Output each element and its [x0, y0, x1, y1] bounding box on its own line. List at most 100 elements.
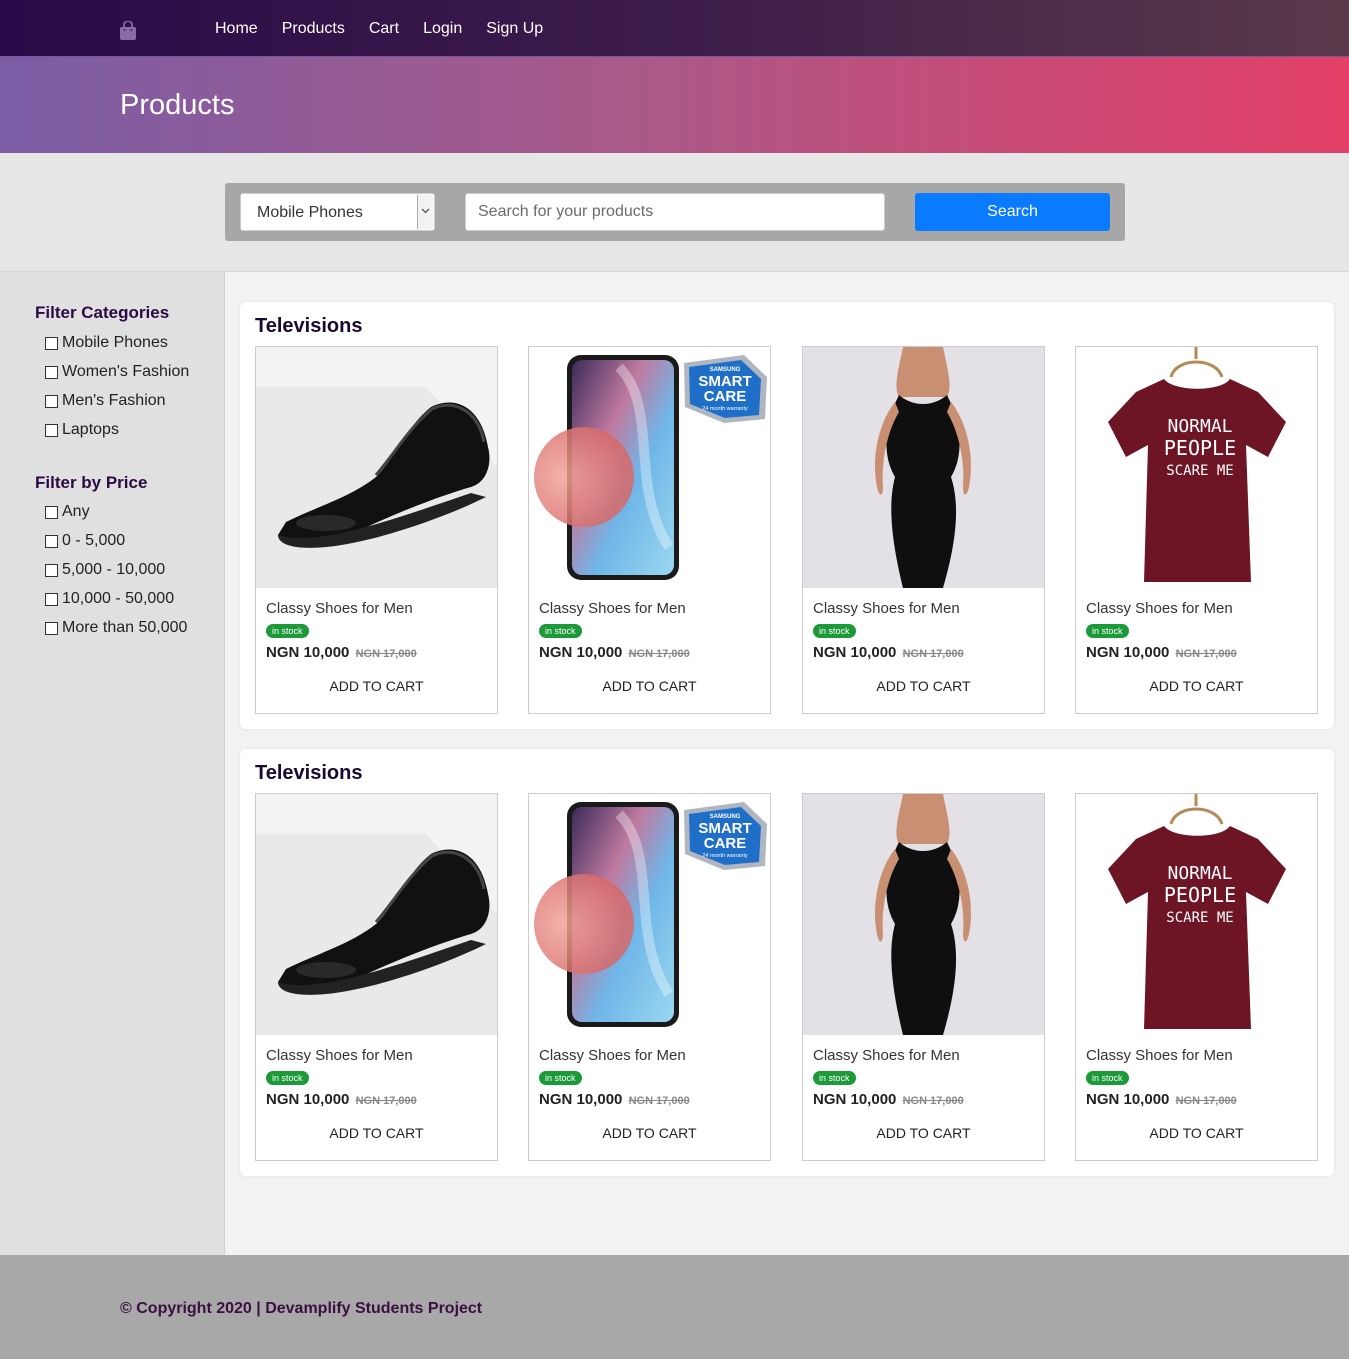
product-image[interactable] — [803, 794, 1044, 1035]
filter-sidebar: Filter Categories Mobile Phones Women's … — [0, 272, 225, 1255]
product-name[interactable]: Classy Shoes for Men — [539, 1047, 686, 1064]
nav-signup-link[interactable]: Sign Up — [486, 20, 543, 38]
product-name[interactable]: Classy Shoes for Men — [266, 600, 413, 617]
add-to-cart-button[interactable]: ADD TO CART — [803, 678, 1044, 694]
filter-category-womens-fashion[interactable]: Women's Fashion — [45, 363, 189, 381]
product-image[interactable] — [256, 794, 497, 1035]
product-name[interactable]: Classy Shoes for Men — [266, 1047, 413, 1064]
product-card[interactable]: SAMSUNG SMART CARE 24 month warranty Cla… — [528, 793, 771, 1161]
svg-text:24 month warranty: 24 month warranty — [702, 853, 748, 859]
filter-option-label: Mobile Phones — [62, 334, 168, 351]
filter-price-5000-10000[interactable]: 5,000 - 10,000 — [45, 561, 165, 579]
product-image[interactable]: SAMSUNG SMART CARE 24 month warranty — [529, 347, 770, 588]
add-to-cart-button[interactable]: ADD TO CART — [256, 678, 497, 694]
stock-badge: in stock — [813, 1071, 856, 1085]
stock-badge: in stock — [1086, 624, 1129, 638]
old-price: NGN 17,000 — [628, 1095, 690, 1107]
checkbox[interactable] — [45, 394, 58, 408]
filter-option-label: 10,000 - 50,000 — [62, 590, 175, 607]
filter-option-label: Men's Fashion — [62, 392, 166, 409]
category-select[interactable]: Mobile Phones — [240, 193, 435, 231]
nav-products-link[interactable]: Products — [282, 20, 345, 38]
product-card[interactable]: Classy Shoes for Men in stock NGN 10,000… — [802, 346, 1045, 714]
copyright-text: © Copyright 2020 | Devamplify Students P… — [120, 1300, 483, 1317]
filter-price-over-50000[interactable]: More than 50,000 — [45, 619, 187, 637]
product-image[interactable]: NORMAL PEOPLE SCARE ME — [1076, 347, 1317, 588]
svg-text:NORMAL: NORMAL — [1167, 416, 1232, 437]
product-image[interactable] — [803, 347, 1044, 588]
filter-price-10000-50000[interactable]: 10,000 - 50,000 — [45, 590, 174, 608]
checkbox[interactable] — [45, 505, 58, 519]
svg-text:PEOPLE: PEOPLE — [1164, 436, 1236, 460]
stock-badge: in stock — [1086, 1071, 1129, 1085]
checkbox[interactable] — [45, 621, 58, 635]
top-navbar: Home Products Cart Login Sign Up — [0, 0, 1349, 57]
section-title: Televisions — [255, 315, 363, 337]
current-price: NGN 10,000 — [813, 1091, 897, 1108]
product-card[interactable]: NORMAL PEOPLE SCARE ME Classy Shoes for … — [1075, 793, 1318, 1161]
footer: © Copyright 2020 | Devamplify Students P… — [0, 1255, 1349, 1359]
add-to-cart-button[interactable]: ADD TO CART — [529, 1125, 770, 1141]
product-image[interactable]: NORMAL PEOPLE SCARE ME — [1076, 794, 1317, 1035]
search-band: Mobile Phones Search — [0, 153, 1349, 272]
add-to-cart-button[interactable]: ADD TO CART — [1076, 1125, 1317, 1141]
product-price: NGN 10,000 NGN 17,000 — [266, 1091, 417, 1108]
filter-option-label: Women's Fashion — [62, 363, 190, 380]
product-section: Televisions Classy Shoes for Men in stoc… — [240, 749, 1334, 1176]
search-button[interactable]: Search — [915, 193, 1110, 231]
stock-badge: in stock — [539, 624, 582, 638]
product-image[interactable]: SAMSUNG SMART CARE 24 month warranty — [529, 794, 770, 1035]
product-section: Televisions Classy Shoes for Men in stoc… — [240, 302, 1334, 729]
add-to-cart-button[interactable]: ADD TO CART — [529, 678, 770, 694]
checkbox[interactable] — [45, 365, 58, 379]
nav-cart-link[interactable]: Cart — [369, 20, 399, 38]
chevron-down-icon — [417, 195, 433, 229]
product-price: NGN 10,000 NGN 17,000 — [1086, 644, 1237, 661]
svg-text:24 month warranty: 24 month warranty — [702, 406, 748, 412]
filter-price-any[interactable]: Any — [45, 503, 90, 521]
product-card[interactable]: Classy Shoes for Men in stock NGN 10,000… — [802, 793, 1045, 1161]
product-price: NGN 10,000 NGN 17,000 — [266, 644, 417, 661]
checkbox[interactable] — [45, 336, 58, 350]
current-price: NGN 10,000 — [1086, 644, 1170, 661]
add-to-cart-button[interactable]: ADD TO CART — [803, 1125, 1044, 1141]
nav-login-link[interactable]: Login — [423, 20, 462, 38]
current-price: NGN 10,000 — [539, 1091, 623, 1108]
current-price: NGN 10,000 — [539, 644, 623, 661]
svg-text:SCARE ME: SCARE ME — [1166, 910, 1233, 926]
product-card[interactable]: Classy Shoes for Men in stock NGN 10,000… — [255, 346, 498, 714]
product-card[interactable]: NORMAL PEOPLE SCARE ME Classy Shoes for … — [1075, 346, 1318, 714]
product-price: NGN 10,000 NGN 17,000 — [813, 1091, 964, 1108]
svg-text:CARE: CARE — [704, 835, 747, 852]
product-name[interactable]: Classy Shoes for Men — [1086, 1047, 1233, 1064]
shopping-bag-icon[interactable] — [119, 21, 137, 41]
checkbox[interactable] — [45, 423, 58, 437]
checkbox[interactable] — [45, 563, 58, 577]
filter-category-laptops[interactable]: Laptops — [45, 421, 119, 439]
checkbox[interactable] — [45, 592, 58, 606]
product-price: NGN 10,000 NGN 17,000 — [539, 1091, 690, 1108]
filter-option-label: 5,000 - 10,000 — [62, 561, 166, 578]
svg-text:CARE: CARE — [704, 388, 747, 405]
add-to-cart-button[interactable]: ADD TO CART — [1076, 678, 1317, 694]
filter-category-mobile-phones[interactable]: Mobile Phones — [45, 334, 168, 352]
filter-category-mens-fashion[interactable]: Men's Fashion — [45, 392, 166, 410]
search-input[interactable] — [465, 193, 885, 231]
product-name[interactable]: Classy Shoes for Men — [1086, 600, 1233, 617]
filter-price-0-5000[interactable]: 0 - 5,000 — [45, 532, 125, 550]
old-price: NGN 17,000 — [1175, 1095, 1237, 1107]
add-to-cart-button[interactable]: ADD TO CART — [256, 1125, 497, 1141]
product-price: NGN 10,000 NGN 17,000 — [813, 644, 964, 661]
checkbox[interactable] — [45, 534, 58, 548]
nav-home-link[interactable]: Home — [215, 20, 258, 38]
product-card[interactable]: SAMSUNG SMART CARE 24 month warranty Cla… — [528, 346, 771, 714]
product-name[interactable]: Classy Shoes for Men — [539, 600, 686, 617]
product-name[interactable]: Classy Shoes for Men — [813, 1047, 960, 1064]
old-price: NGN 17,000 — [628, 648, 690, 660]
product-image[interactable] — [256, 347, 497, 588]
old-price: NGN 17,000 — [355, 648, 417, 660]
filter-option-label: Laptops — [62, 421, 119, 438]
product-card[interactable]: Classy Shoes for Men in stock NGN 10,000… — [255, 793, 498, 1161]
product-name[interactable]: Classy Shoes for Men — [813, 600, 960, 617]
svg-text:PEOPLE: PEOPLE — [1164, 883, 1236, 907]
